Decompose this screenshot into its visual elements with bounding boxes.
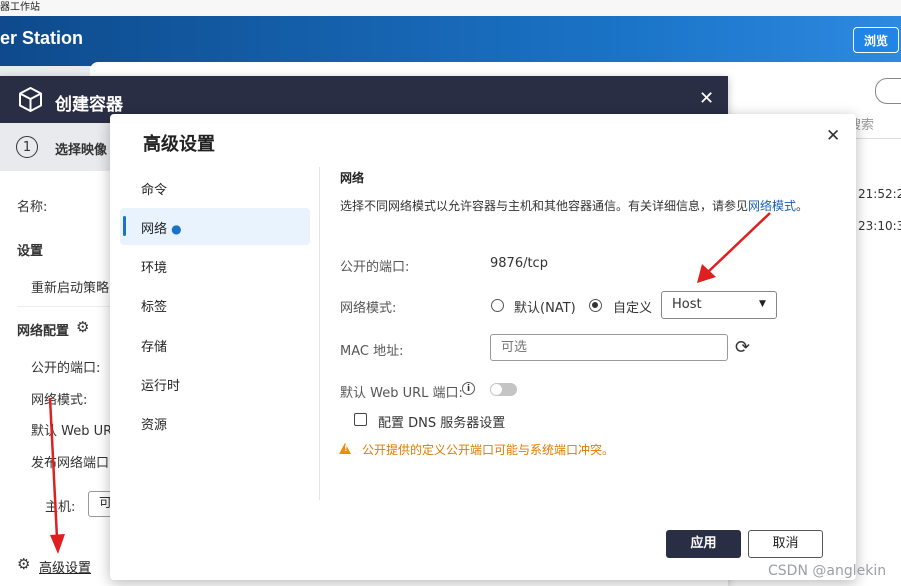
annotation-arrows <box>48 212 771 554</box>
watermark: CSDN @anglekin <box>768 563 887 579</box>
annotation-arrow-bottom <box>48 397 65 554</box>
annotation-arrow-top <box>697 212 771 283</box>
